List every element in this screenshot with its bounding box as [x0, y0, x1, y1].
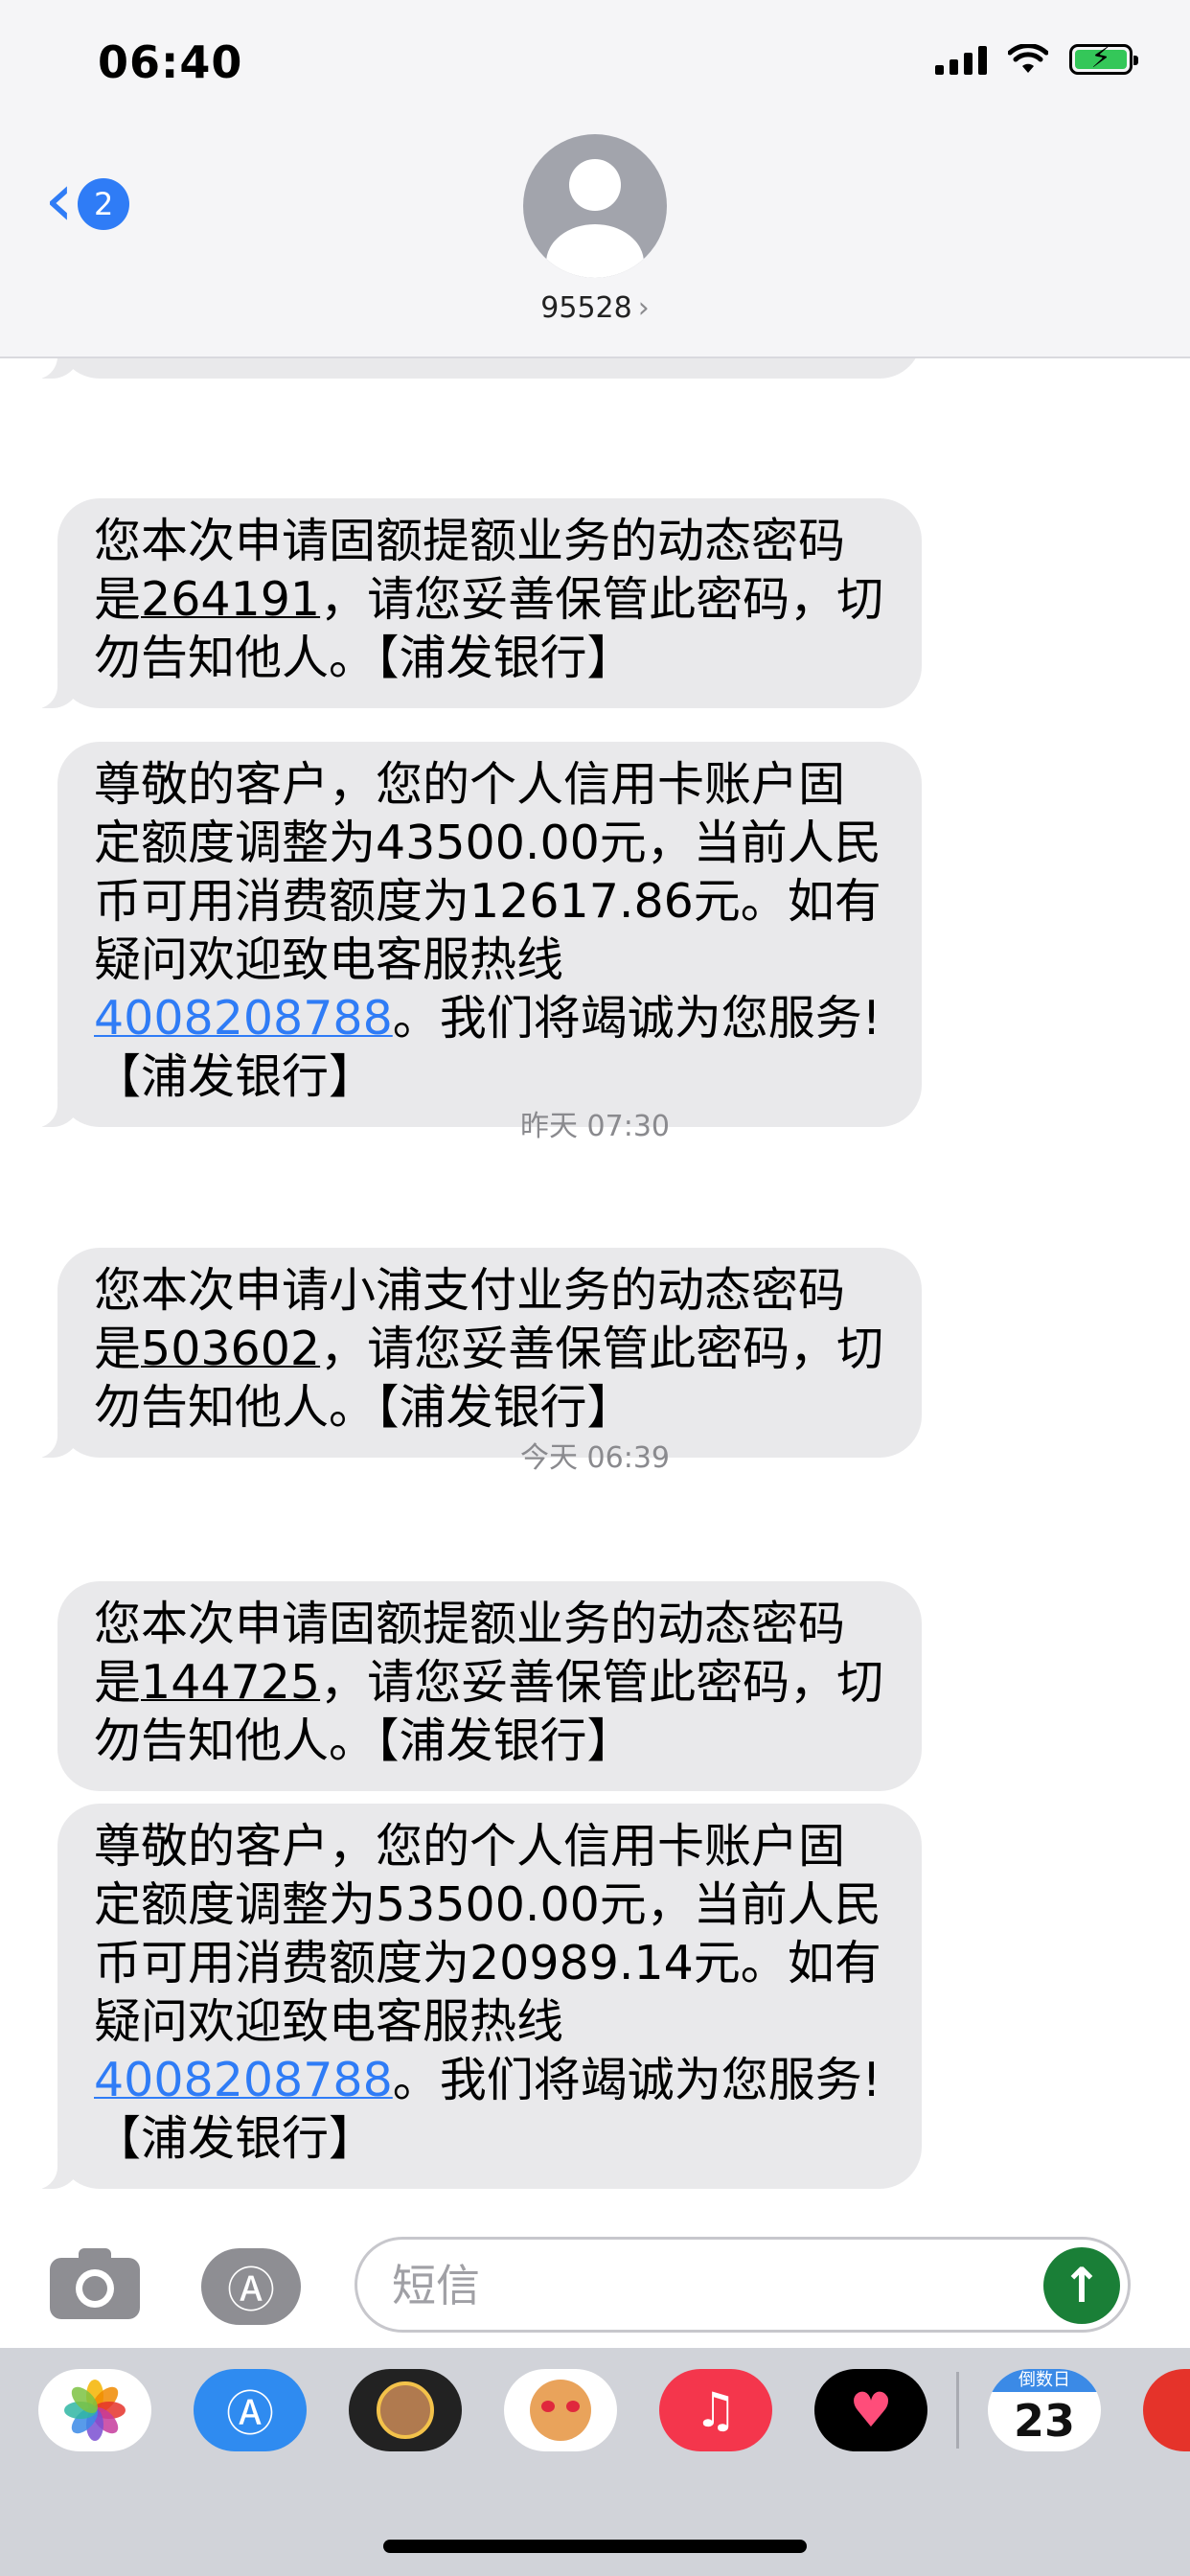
app-drawer: Ⓐ ♫ ♥ 倒数日 23 — [0, 2348, 1190, 2576]
cellular-signal-icon — [935, 44, 987, 75]
drawer-divider — [956, 2372, 959, 2449]
heart-sticker-button[interactable]: ♥ — [814, 2369, 927, 2451]
home-indicator — [383, 2540, 807, 2553]
calendar-header: 倒数日 — [988, 2369, 1101, 2392]
phone-link[interactable]: 4008208788 — [94, 2053, 393, 2107]
chevron-left-icon: ‹ — [44, 157, 75, 243]
imessage-apps-button[interactable]: Ⓐ — [201, 2248, 301, 2325]
message-bubble[interactable]: 24小时服务热线,谢谢。【浦发银行】 — [29, 356, 922, 380]
animoji-icon — [530, 2380, 591, 2441]
memoji-button[interactable] — [349, 2369, 462, 2451]
app-store-icon: Ⓐ — [226, 2386, 274, 2442]
verification-code[interactable]: 264191 — [141, 572, 320, 627]
chevron-right-icon: › — [637, 291, 650, 325]
status-time: 06:40 — [98, 36, 243, 88]
message-bubble[interactable]: 您本次申请固额提额业务的动态密码是264191，请您妥善保管此密码，切勿告知他人… — [29, 498, 922, 709]
message-text: 尊敬的客户，您的个人信用卡账户固定额度调整为43500.00元，当前人民币可用消… — [94, 757, 881, 987]
wifi-icon — [1008, 44, 1048, 73]
photos-app-button[interactable] — [38, 2369, 151, 2451]
timestamp: 今天 06:39 — [520, 1441, 670, 1475]
music-app-button[interactable]: ♫ — [659, 2369, 772, 2451]
heart-sticker-icon: ♥ — [849, 2382, 893, 2438]
verification-code[interactable]: 503602 — [141, 1322, 320, 1376]
app-store-button[interactable]: Ⓐ — [194, 2369, 307, 2451]
message-input[interactable] — [390, 2253, 1007, 2318]
status-icons: ⚡ — [935, 41, 1138, 75]
message-bubble[interactable]: 尊敬的客户，您的个人信用卡账户固定额度调整为43500.00元，当前人民币可用消… — [29, 742, 922, 1128]
message-bubble[interactable]: 您本次申请固额提额业务的动态密码是144725，请您妥善保管此密码，切勿告知他人… — [57, 1581, 922, 1791]
back-button[interactable]: ‹ 2 — [44, 163, 130, 238]
countdown-calendar-icon: 23 — [1013, 2395, 1075, 2447]
send-button[interactable]: ↑ — [1043, 2247, 1120, 2324]
unread-badge: 2 — [78, 178, 130, 230]
camera-icon[interactable] — [50, 2248, 140, 2319]
animoji-button[interactable] — [504, 2369, 617, 2451]
countdown-app-button[interactable]: 倒数日 23 — [988, 2369, 1101, 2451]
partial-app-button[interactable] — [1143, 2369, 1190, 2451]
app-drawer-list: Ⓐ ♫ ♥ 倒数日 23 — [38, 2369, 1190, 2451]
contact-name: 95528 — [540, 291, 632, 325]
memoji-icon — [377, 2381, 434, 2439]
compose-bar: Ⓐ ↑ — [0, 2225, 1190, 2348]
contact-name-button[interactable]: 95528 › — [0, 291, 1190, 325]
conversation-header: 06:40 ⚡ ‹ 2 95528 › — [0, 0, 1190, 358]
message-thread[interactable]: 24小时服务热线,谢谢。【浦发银行】 您本次申请固额提额业务的动态密码是2641… — [0, 356, 1190, 2225]
message-text: 尊敬的客户，您的个人信用卡账户固定额度调整为53500.00元，当前人民币可用消… — [94, 1819, 881, 2049]
arrow-up-icon: ↑ — [1062, 2258, 1102, 2313]
contact-avatar[interactable] — [523, 134, 667, 278]
phone-link[interactable]: 4008208788 — [94, 991, 393, 1046]
verification-code[interactable]: 144725 — [141, 1655, 320, 1710]
message-bubble[interactable]: 您本次申请小浦支付业务的动态密码是503602，请您妥善保管此密码，切勿告知他人… — [29, 1248, 922, 1459]
photos-icon — [64, 2380, 126, 2441]
message-bubble[interactable]: 尊敬的客户，您的个人信用卡账户固定额度调整为53500.00元，当前人民币可用消… — [29, 1804, 922, 2190]
timestamp: 昨天 07:30 — [520, 1110, 670, 1143]
battery-charging-icon: ⚡ — [1069, 41, 1138, 75]
app-store-icon: Ⓐ — [227, 2263, 275, 2318]
music-icon: ♫ — [694, 2382, 738, 2438]
message-input-field[interactable]: ↑ — [355, 2237, 1131, 2333]
